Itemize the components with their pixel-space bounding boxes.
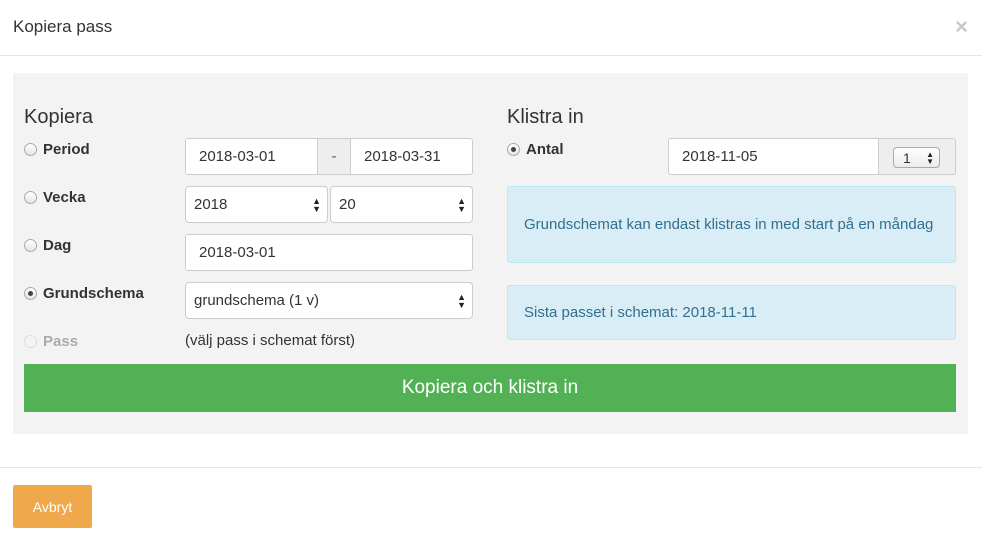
count-addon: 1 ▲ ▼: [879, 138, 956, 175]
radio-week[interactable]: Vecka: [24, 189, 86, 206]
base-schedule-select[interactable]: grundschema (1 v) ▲ ▼: [185, 282, 473, 319]
radio-icon[interactable]: [24, 143, 37, 156]
info-last-alert: Sista passet i schemat: 2018-11-11: [507, 285, 956, 340]
close-icon[interactable]: ×: [955, 14, 968, 40]
info-monday-alert: Grundschemat kan endast klistras in med …: [507, 186, 956, 263]
count-select[interactable]: 1 ▲ ▼: [893, 147, 940, 168]
modal-title: Kopiera pass: [13, 17, 113, 36]
select-arrows-icon: ▲ ▼: [926, 149, 934, 166]
pass-hint: (välj pass i schemat först): [185, 332, 356, 349]
radio-count-label: Antal: [526, 141, 564, 158]
radio-week-label: Vecka: [43, 189, 86, 206]
radio-icon: [24, 335, 37, 348]
radio-icon[interactable]: [507, 143, 520, 156]
radio-day-label: Dag: [43, 237, 72, 254]
copy-paste-panel: Kopiera Period 2018-03-01 - 2018-03-31 V…: [13, 73, 968, 434]
radio-day[interactable]: Dag: [24, 237, 71, 254]
select-arrows-icon: ▲ ▼: [457, 195, 466, 214]
modal-header: Kopiera pass ×: [0, 0, 982, 56]
radio-period-label: Period: [43, 141, 90, 158]
count-value: 1: [903, 149, 911, 166]
info-last-text: Sista passet i schemat: 2018-11-11: [524, 303, 757, 321]
week-year-select[interactable]: 2018 ▲ ▼: [185, 186, 328, 223]
radio-icon[interactable]: [24, 239, 37, 252]
week-number-value: 20: [339, 196, 356, 213]
period-from-input[interactable]: 2018-03-01: [185, 138, 318, 175]
radio-base-schedule-label: Grundschema: [43, 285, 144, 302]
select-arrows-icon: ▲ ▼: [312, 195, 321, 214]
period-to-input[interactable]: 2018-03-31: [350, 138, 473, 175]
select-arrows-icon: ▲ ▼: [457, 291, 466, 310]
radio-pass-label: Pass: [43, 333, 79, 350]
paste-heading: Klistra in: [507, 106, 584, 128]
week-number-select[interactable]: 20 ▲ ▼: [330, 186, 473, 223]
week-year-value: 2018: [194, 196, 228, 213]
base-schedule-value: grundschema (1 v): [194, 292, 320, 309]
radio-icon[interactable]: [24, 191, 37, 204]
cancel-button[interactable]: Avbryt: [13, 485, 92, 528]
period-separator: -: [318, 138, 350, 175]
radio-icon[interactable]: [24, 287, 37, 300]
radio-count[interactable]: Antal: [507, 141, 564, 158]
paste-start-date-input[interactable]: 2018-11-05: [668, 138, 879, 175]
info-monday-text: Grundschemat kan endast klistras in med …: [524, 215, 934, 233]
copy-and-paste-button[interactable]: Kopiera och klistra in: [24, 364, 956, 412]
day-date-input[interactable]: 2018-03-01: [185, 234, 473, 271]
radio-period[interactable]: Period: [24, 141, 90, 158]
footer-divider: [0, 467, 982, 468]
radio-base-schedule[interactable]: Grundschema: [24, 285, 144, 302]
copy-heading: Kopiera: [24, 106, 93, 128]
radio-pass: Pass: [24, 333, 78, 350]
